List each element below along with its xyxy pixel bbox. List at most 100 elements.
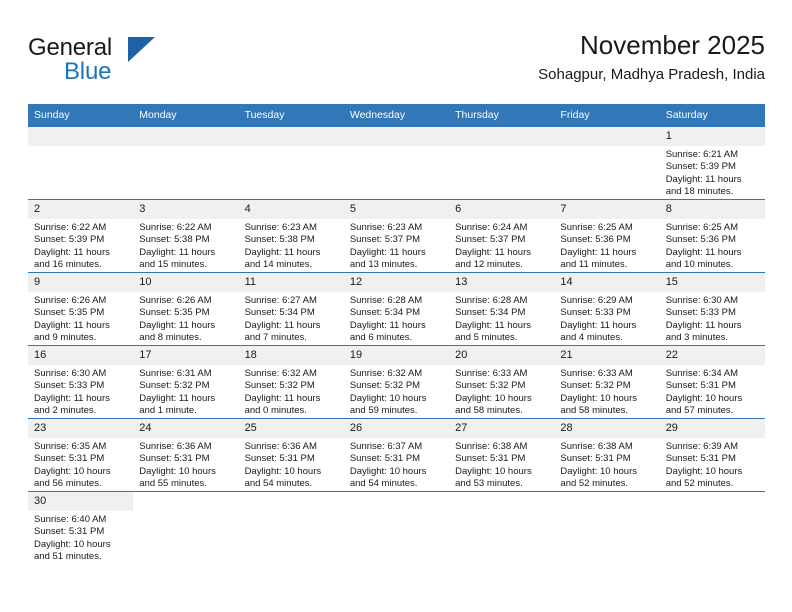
day-number xyxy=(133,492,238,511)
day-daylight-text: Daylight: 11 hours xyxy=(34,319,110,331)
day-sun-info: Sunrise: 6:36 AM Sunset: 5:31 PM Daylight:… xyxy=(133,438,238,491)
calendar-cell-inner: 15 Sunrise: 6:30 AM Sunset: 5:33 PM Dayligh… xyxy=(659,273,765,345)
calendar-week-row: 2 Sunrise: 6:22 AM Sunset: 5:39 PM Daylight… xyxy=(28,199,765,273)
calendar-day-cell[interactable]: 19 Sunrise: 6:32 AM Sunset: 5:32 PM Dayligh… xyxy=(343,345,450,419)
calendar-day-cell[interactable]: 4 Sunrise: 6:23 AM Sunset: 5:38 PM Daylight… xyxy=(238,199,344,273)
day-sunset-text: Sunset: 5:31 PM xyxy=(244,453,315,465)
day-sunset-text: Sunset: 5:34 PM xyxy=(349,307,421,319)
calendar-day-cell[interactable]: 16 Sunrise: 6:30 AM Sunset: 5:33 PM Dayligh… xyxy=(28,345,134,419)
logo-triangle-icon xyxy=(128,37,155,62)
calendar-day-cell[interactable]: 25 Sunrise: 6:36 AM Sunset: 5:31 PM Dayligh… xyxy=(238,418,344,492)
day-sunrise-text: Sunrise: 6:34 AM xyxy=(665,368,739,379)
day-daylight-text: Daylight: 10 hours xyxy=(455,465,532,477)
calendar-day-cell[interactable]: 26 Sunrise: 6:37 AM Sunset: 5:31 PM Dayligh… xyxy=(343,418,450,492)
day-sunset-text: Sunset: 5:31 PM xyxy=(665,453,736,465)
day-number: 8 xyxy=(659,200,765,219)
day-daylight-text: Daylight: 10 hours xyxy=(34,538,111,550)
day-daylight-text: and 58 minutes. xyxy=(560,405,629,417)
day-sunset-text: Sunset: 5:38 PM xyxy=(139,234,210,246)
calendar-day-cell[interactable]: 29 Sunrise: 6:39 AM Sunset: 5:31 PM Dayligh… xyxy=(659,418,765,492)
calendar-day-cell[interactable]: 22 Sunrise: 6:34 AM Sunset: 5:31 PM Dayligh… xyxy=(659,345,765,419)
day-sun-info: Sunrise: 6:23 AM Sunset: 5:37 PM Daylight:… xyxy=(344,219,449,272)
day-sun-info: Sunrise: 6:25 AM Sunset: 5:36 PM Daylight:… xyxy=(554,219,659,272)
calendar-cell-inner xyxy=(343,127,450,199)
day-sunrise-text: Sunrise: 6:25 AM xyxy=(560,222,633,233)
day-sunrise-text: Sunrise: 6:32 AM xyxy=(244,368,317,379)
day-sunset-text: Sunset: 5:35 PM xyxy=(34,307,105,319)
day-sunrise-text: Sunrise: 6:26 AM xyxy=(34,295,107,306)
day-number: 20 xyxy=(449,346,555,365)
calendar-day-cell[interactable]: 12 Sunrise: 6:28 AM Sunset: 5:34 PM Dayligh… xyxy=(343,272,450,346)
day-sunset-text: Sunset: 5:37 PM xyxy=(349,234,421,246)
calendar-day-cell[interactable]: 14 Sunrise: 6:29 AM Sunset: 5:33 PM Dayligh… xyxy=(554,272,660,346)
day-number xyxy=(554,127,660,146)
day-sunset-text: Sunset: 5:32 PM xyxy=(244,380,315,392)
day-daylight-text: and 56 minutes. xyxy=(34,478,102,490)
calendar-day-cell[interactable]: 30 Sunrise: 6:40 AM Sunset: 5:31 PM Dayligh… xyxy=(28,491,134,564)
day-number xyxy=(449,127,555,146)
calendar-day-cell[interactable]: 1 Sunrise: 6:21 AM Sunset: 5:39 PM Daylight… xyxy=(659,126,765,200)
calendar-cell-inner xyxy=(554,127,660,199)
day-number: 17 xyxy=(133,346,239,365)
day-sun-info: Sunrise: 6:32 AM Sunset: 5:32 PM Daylight:… xyxy=(344,365,449,418)
day-sun-info: Sunrise: 6:22 AM Sunset: 5:38 PM Daylight:… xyxy=(133,219,238,272)
calendar-day-cell[interactable]: 5 Sunrise: 6:23 AM Sunset: 5:37 PM Daylight… xyxy=(343,199,450,273)
day-sunset-text: Sunset: 5:31 PM xyxy=(139,453,210,465)
day-sunset-text: Sunset: 5:31 PM xyxy=(665,380,736,392)
title-block: November 2025 Sohagpur, Madhya Pradesh, … xyxy=(538,28,765,86)
day-sunrise-text: Sunrise: 6:37 AM xyxy=(349,441,423,452)
day-number: 21 xyxy=(554,346,660,365)
calendar-day-cell[interactable]: 27 Sunrise: 6:38 AM Sunset: 5:31 PM Dayligh… xyxy=(449,418,555,492)
day-number xyxy=(343,127,450,146)
day-sun-info: Sunrise: 6:25 AM Sunset: 5:36 PM Daylight:… xyxy=(660,219,765,272)
day-sunrise-text: Sunrise: 6:29 AM xyxy=(560,295,633,306)
day-daylight-text: and 54 minutes. xyxy=(349,478,418,490)
calendar-cell-inner xyxy=(449,127,555,199)
calendar-cell-empty xyxy=(238,491,344,564)
calendar-day-cell[interactable]: 17 Sunrise: 6:31 AM Sunset: 5:32 PM Dayligh… xyxy=(133,345,239,419)
calendar-cell-inner: 28 Sunrise: 6:38 AM Sunset: 5:31 PM Dayligh… xyxy=(554,419,660,491)
calendar-week-row: 9 Sunrise: 6:26 AM Sunset: 5:35 PM Daylight… xyxy=(28,272,765,346)
calendar-day-cell[interactable]: 24 Sunrise: 6:36 AM Sunset: 5:31 PM Dayligh… xyxy=(133,418,239,492)
calendar-day-cell[interactable]: 23 Sunrise: 6:35 AM Sunset: 5:31 PM Dayligh… xyxy=(28,418,134,492)
calendar-cell-empty xyxy=(238,126,344,200)
calendar-day-cell[interactable]: 11 Sunrise: 6:27 AM Sunset: 5:34 PM Dayligh… xyxy=(238,272,344,346)
page-subtitle: Sohagpur, Madhya Pradesh, India xyxy=(538,66,765,83)
day-sunset-text: Sunset: 5:31 PM xyxy=(349,453,421,465)
calendar-cell-inner xyxy=(28,127,134,199)
calendar-day-cell[interactable]: 3 Sunrise: 6:22 AM Sunset: 5:38 PM Daylight… xyxy=(133,199,239,273)
calendar-day-cell[interactable]: 21 Sunrise: 6:33 AM Sunset: 5:32 PM Dayligh… xyxy=(554,345,660,419)
day-daylight-text: Daylight: 10 hours xyxy=(665,392,743,404)
calendar-day-cell[interactable]: 9 Sunrise: 6:26 AM Sunset: 5:35 PM Daylight… xyxy=(28,272,134,346)
day-number: 24 xyxy=(133,419,239,438)
calendar-day-cell[interactable]: 18 Sunrise: 6:32 AM Sunset: 5:32 PM Dayligh… xyxy=(238,345,344,419)
calendar-day-cell[interactable]: 15 Sunrise: 6:30 AM Sunset: 5:33 PM Dayligh… xyxy=(659,272,765,346)
calendar-cell-inner xyxy=(449,492,554,564)
calendar-day-cell[interactable]: 28 Sunrise: 6:38 AM Sunset: 5:31 PM Dayligh… xyxy=(554,418,660,492)
day-number: 26 xyxy=(343,419,450,438)
calendar-cell-inner: 2 Sunrise: 6:22 AM Sunset: 5:39 PM Daylight… xyxy=(28,200,134,272)
day-number: 16 xyxy=(28,346,134,365)
calendar-header-row: Sunday Monday Tuesday Wednesday Thursday… xyxy=(28,104,765,127)
calendar-day-cell[interactable]: 7 Sunrise: 6:25 AM Sunset: 5:36 PM Daylight… xyxy=(554,199,660,273)
calendar-day-cell[interactable]: 13 Sunrise: 6:28 AM Sunset: 5:34 PM Dayligh… xyxy=(449,272,555,346)
day-number xyxy=(554,492,659,511)
calendar-day-cell[interactable]: 8 Sunrise: 6:25 AM Sunset: 5:36 PM Daylight… xyxy=(659,199,765,273)
calendar-cell-empty xyxy=(133,126,239,200)
calendar-day-cell[interactable]: 6 Sunrise: 6:24 AM Sunset: 5:37 PM Daylight… xyxy=(449,199,555,273)
day-number: 4 xyxy=(238,200,344,219)
day-daylight-text: Daylight: 11 hours xyxy=(139,246,216,258)
calendar-page: General Blue November 2025 Sohagpur, Mad… xyxy=(0,0,792,612)
calendar-day-cell[interactable]: 20 Sunrise: 6:33 AM Sunset: 5:32 PM Dayligh… xyxy=(449,345,555,419)
day-sun-info: Sunrise: 6:34 AM Sunset: 5:31 PM Daylight:… xyxy=(660,365,765,418)
day-daylight-text: and 13 minutes. xyxy=(349,259,418,271)
general-blue-logo: General Blue xyxy=(28,34,258,94)
calendar-cell-inner: 20 Sunrise: 6:33 AM Sunset: 5:32 PM Dayligh… xyxy=(449,346,555,418)
calendar-day-cell[interactable]: 2 Sunrise: 6:22 AM Sunset: 5:39 PM Daylight… xyxy=(28,199,134,273)
calendar-day-cell[interactable]: 10 Sunrise: 6:26 AM Sunset: 5:35 PM Dayligh… xyxy=(133,272,239,346)
calendar-cell-inner: 5 Sunrise: 6:23 AM Sunset: 5:37 PM Daylight… xyxy=(343,200,450,272)
day-number: 30 xyxy=(28,492,134,511)
day-sun-info: Sunrise: 6:35 AM Sunset: 5:31 PM Daylight:… xyxy=(28,438,133,491)
day-daylight-text: Daylight: 11 hours xyxy=(244,392,321,404)
day-daylight-text: Daylight: 11 hours xyxy=(455,246,531,258)
